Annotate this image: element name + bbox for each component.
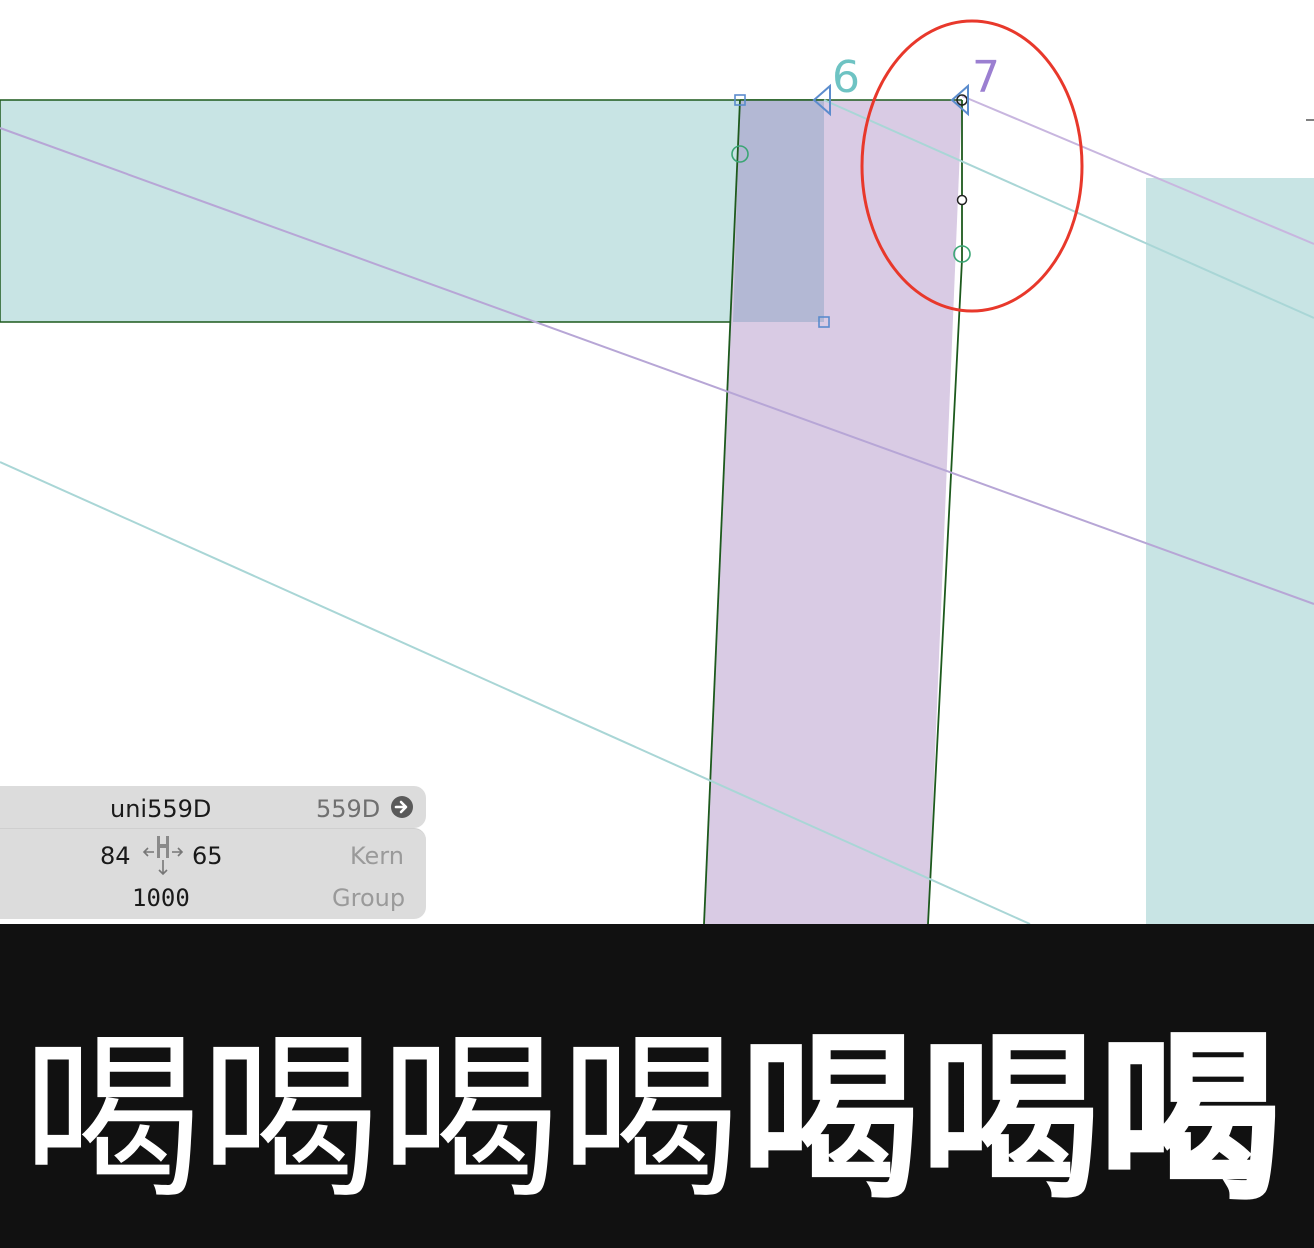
kern-label[interactable]: Kern — [350, 842, 404, 870]
preview-glyph-extralight[interactable]: 喝 — [200, 1030, 380, 1210]
preview-glyph-heavy[interactable]: 喝 — [1098, 1028, 1282, 1212]
path-number-6: 6 — [832, 52, 860, 103]
arrow-right-circle-icon[interactable] — [390, 795, 414, 819]
right-sidebearing[interactable]: 65 — [192, 842, 223, 870]
unicode-value[interactable]: 559D — [316, 795, 380, 823]
left-sidebearing[interactable]: 84 — [100, 842, 131, 870]
right-component-shape[interactable] — [1146, 178, 1314, 924]
glyph-name-row: uni559D 559D — [0, 786, 426, 828]
purple-guide-line-2 — [961, 95, 1314, 245]
preview-glyph-regular[interactable]: 喝 — [560, 1030, 740, 1210]
glyph-name[interactable]: uni559D — [110, 795, 211, 823]
glyph-width[interactable]: 1000 — [132, 884, 190, 912]
preview-glyph-medium[interactable]: 喝 — [740, 1030, 920, 1210]
sidebearing-link-icon[interactable] — [142, 834, 184, 878]
group-label[interactable]: Group — [332, 884, 405, 912]
preview-glyph-bold[interactable]: 喝 — [920, 1030, 1100, 1210]
metrics-panel: 84 65 Kern 1000 Group — [0, 828, 426, 919]
handle-node-icon[interactable] — [956, 194, 968, 206]
overlap-region — [733, 100, 824, 322]
path-number-7: 7 — [972, 52, 1000, 103]
horizontal-stroke-shape[interactable] — [0, 99, 825, 323]
preview-glyph-light[interactable]: 喝 — [380, 1030, 560, 1210]
preview-glyph-thin[interactable]: 喝 — [22, 1030, 202, 1210]
